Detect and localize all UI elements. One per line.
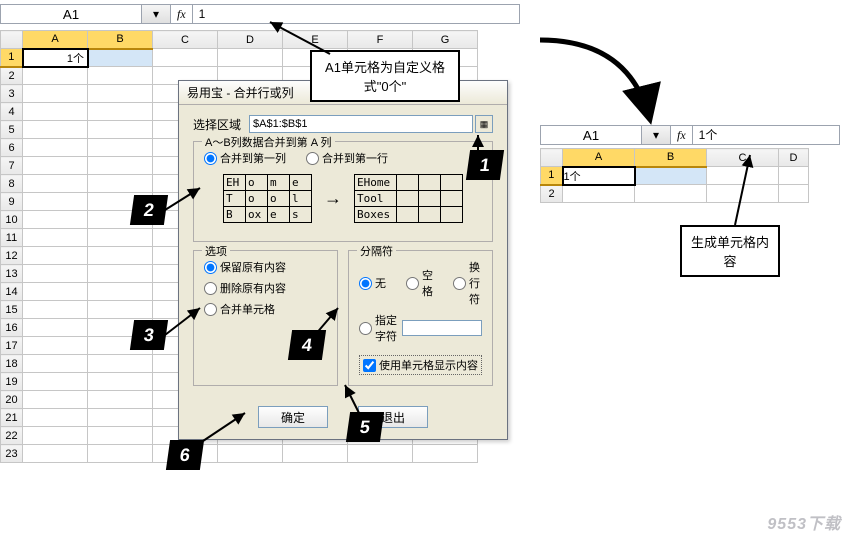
- arrow-annotation: [340, 380, 380, 420]
- delimiter-title: 分隔符: [357, 243, 396, 259]
- arrow-annotation: [310, 300, 350, 340]
- arrow-annotation: [160, 300, 210, 340]
- right-spreadsheet[interactable]: A B C D 11个 2: [540, 148, 809, 203]
- row-header[interactable]: 16: [1, 319, 23, 337]
- watermark: 9553下载: [767, 510, 841, 534]
- col-header-D[interactable]: D: [779, 149, 809, 167]
- fx-label-right[interactable]: fx: [671, 126, 693, 144]
- row-header[interactable]: 18: [1, 355, 23, 373]
- example-illustration: EHome Tool Boxes → EHome Tool Boxes: [204, 174, 482, 223]
- row-header[interactable]: 15: [1, 301, 23, 319]
- row-header[interactable]: 13: [1, 265, 23, 283]
- row-header[interactable]: 7: [1, 157, 23, 175]
- row-header[interactable]: 3: [1, 85, 23, 103]
- row-header[interactable]: 19: [1, 373, 23, 391]
- row-header[interactable]: 1: [541, 167, 563, 185]
- row-header[interactable]: 21: [1, 409, 23, 427]
- row-header[interactable]: 8: [1, 175, 23, 193]
- callout-gen-content: 生成单元格内容: [680, 225, 780, 277]
- col-header-C[interactable]: C: [153, 31, 218, 49]
- row-header[interactable]: 6: [1, 139, 23, 157]
- row-header[interactable]: 5: [1, 121, 23, 139]
- arrow-annotation: [160, 180, 210, 220]
- cell-B1[interactable]: [88, 49, 153, 67]
- row-header[interactable]: 9: [1, 193, 23, 211]
- ok-button[interactable]: 确定: [258, 406, 328, 428]
- arrow-annotation: [448, 130, 488, 160]
- options-title: 选项: [202, 243, 230, 259]
- cell-A1[interactable]: 1个: [23, 49, 88, 67]
- arrow-annotation: [260, 18, 340, 58]
- fx-label-left[interactable]: fx: [171, 5, 193, 23]
- radio-merge-cells[interactable]: 合并单元格: [204, 301, 327, 317]
- row-header[interactable]: 23: [1, 445, 23, 463]
- col-header-G[interactable]: G: [413, 31, 478, 49]
- example-after: EHome Tool Boxes: [354, 174, 463, 223]
- col-header-B[interactable]: B: [88, 31, 153, 49]
- radio-keep-content[interactable]: 保留原有内容: [204, 259, 327, 275]
- arrow-annotation: [720, 150, 760, 230]
- radio-delim-none[interactable]: 无: [359, 259, 386, 307]
- radio-delim-char[interactable]: 指定字符: [359, 312, 482, 344]
- col-header-A[interactable]: A: [563, 149, 635, 167]
- radio-delim-newline[interactable]: 换行符: [453, 259, 482, 307]
- example-before: EHome Tool Boxes: [223, 174, 312, 223]
- col-header-A[interactable]: A: [23, 31, 88, 49]
- formula-value-left[interactable]: 1: [193, 5, 519, 23]
- col-header-F[interactable]: F: [348, 31, 413, 49]
- cell[interactable]: [153, 49, 218, 67]
- custom-char-input[interactable]: [402, 320, 482, 336]
- row-header[interactable]: 12: [1, 247, 23, 265]
- select-all-corner[interactable]: [1, 31, 23, 49]
- row-header[interactable]: 22: [1, 427, 23, 445]
- namebox-dropdown-icon[interactable]: ▾: [141, 5, 171, 23]
- group-title: A～B列数据合并到第 A 列: [202, 134, 335, 150]
- row-header[interactable]: 1: [1, 49, 23, 67]
- radio-delete-content[interactable]: 删除原有内容: [204, 280, 327, 296]
- arrow-curved: [530, 30, 670, 130]
- radio-delim-space[interactable]: 空格: [406, 259, 433, 307]
- col-header-B[interactable]: B: [635, 149, 707, 167]
- radio-merge-row[interactable]: 合并到第一行: [306, 150, 388, 166]
- range-input[interactable]: [249, 115, 473, 133]
- row-header[interactable]: 20: [1, 391, 23, 409]
- row-header[interactable]: 11: [1, 229, 23, 247]
- radio-merge-col[interactable]: 合并到第一列: [204, 150, 286, 166]
- checkbox-use-display[interactable]: 使用单元格显示内容: [359, 355, 482, 375]
- row-header[interactable]: 17: [1, 337, 23, 355]
- arrow-right-icon: →: [324, 188, 342, 209]
- cell[interactable]: [635, 167, 707, 185]
- row-header[interactable]: 2: [541, 185, 563, 203]
- arrow-annotation: [195, 405, 255, 445]
- range-label: 选择区域: [193, 116, 249, 133]
- row-header[interactable]: 14: [1, 283, 23, 301]
- cell-A1-right[interactable]: 1个: [563, 167, 635, 185]
- row-header[interactable]: 2: [1, 67, 23, 85]
- row-header[interactable]: 10: [1, 211, 23, 229]
- name-box-left[interactable]: [1, 5, 141, 23]
- formula-value-right[interactable]: 1个: [693, 126, 839, 144]
- row-header[interactable]: 4: [1, 103, 23, 121]
- select-all-corner[interactable]: [541, 149, 563, 167]
- delimiter-group: 分隔符 无 空格 换行符 指定字符 使用单元格显示内容: [348, 250, 493, 386]
